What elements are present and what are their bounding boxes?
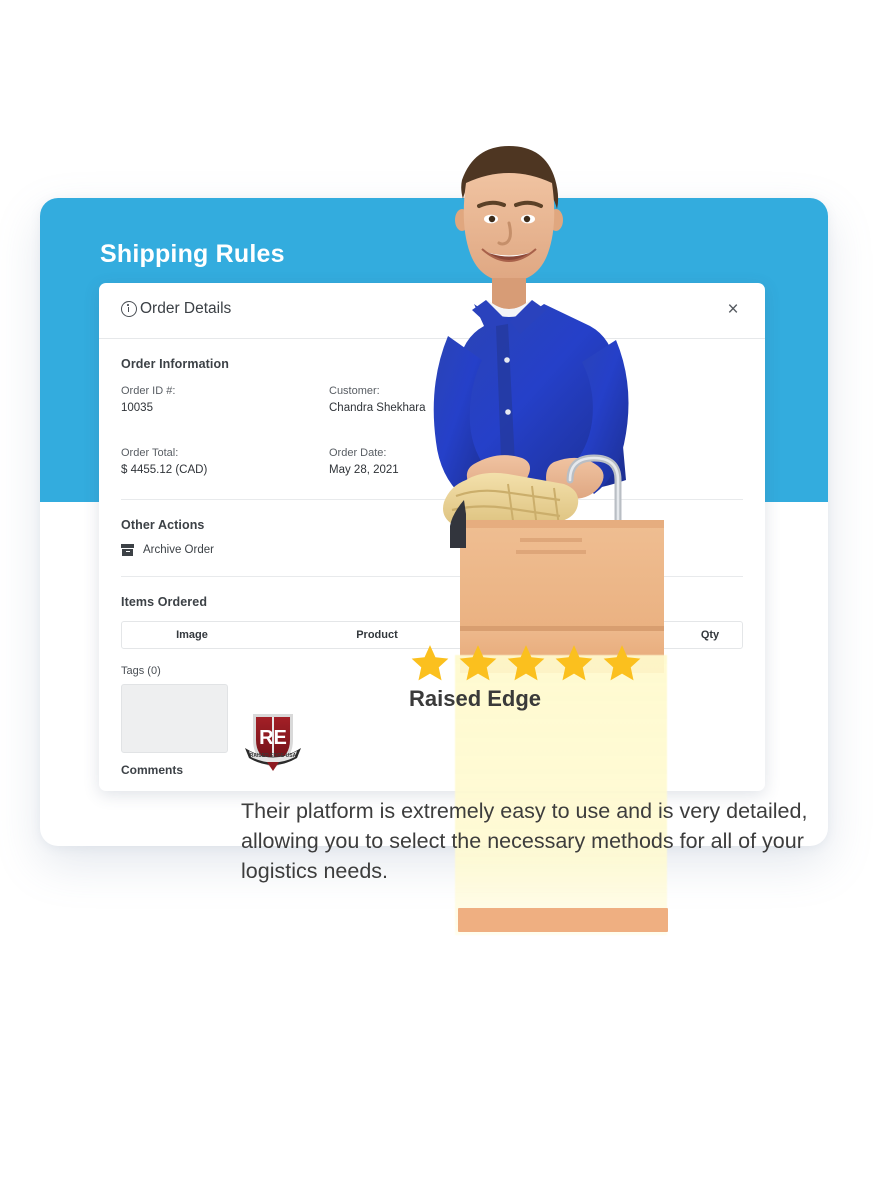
testimonial: RE RAISED EDGE USA Raised Edge Their pla… [241,645,861,886]
order-id-field: Order ID #: 10035 [121,383,329,417]
testimonial-header: RE RAISED EDGE USA Raised Edge [241,645,861,774]
star-icon [603,645,641,681]
raised-edge-logo-icon: RE RAISED EDGE USA [241,708,305,774]
star-icon [459,645,497,681]
close-icon[interactable]: × [721,298,745,322]
star-icon [555,645,593,681]
svg-text:RAISED EDGE USA: RAISED EDGE USA [250,753,297,759]
svg-text:RE: RE [259,727,287,749]
star-icon [411,645,449,681]
column-header-image[interactable]: Image [122,629,262,641]
box-bottom-strip [458,908,668,932]
star-icon [507,645,545,681]
order-total-value: $ 4455.12 (CAD) [121,464,208,476]
tags-input-box[interactable] [121,684,228,753]
testimonial-meta: Raised Edge [309,645,643,712]
modal-title-text: Order Details [140,300,232,317]
modal-title: Order Details [121,300,231,318]
info-circle-icon [121,301,137,317]
archive-icon [121,544,134,556]
page-stage: Shipping Rules Order Details × Order Inf… [0,0,890,1188]
page-title: Shipping Rules [100,240,285,268]
archive-order-label: Archive Order [143,544,214,556]
testimonial-company: Raised Edge [409,686,542,711]
courier-photo [404,128,694,673]
order-id-label: Order ID #: [121,385,176,397]
order-total-label: Order Total: [121,447,179,459]
testimonial-quote: Their platform is extremely easy to use … [241,799,808,883]
order-total-field: Order Total: $ 4455.12 (CAD) [121,445,329,479]
order-id-value: 10035 [121,402,153,414]
star-rating [409,642,643,684]
